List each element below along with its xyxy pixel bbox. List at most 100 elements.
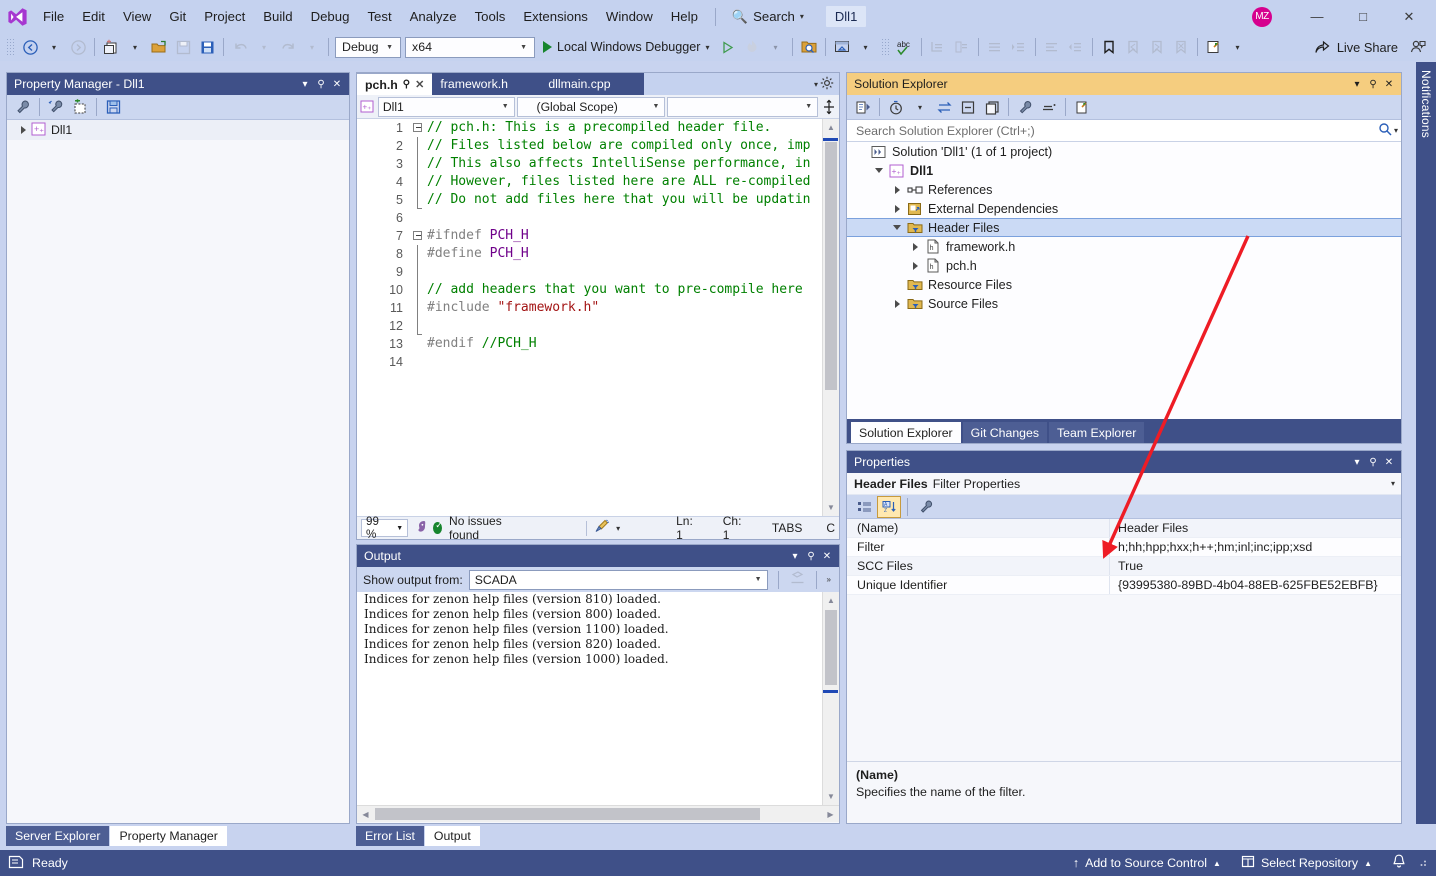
search-options-chevron-icon[interactable]: ▾	[1394, 126, 1398, 135]
chevron-right-icon[interactable]	[889, 299, 905, 308]
collapse-region-icon[interactable]	[413, 231, 422, 240]
toolbar-overflow-icon[interactable]: ▾	[1226, 35, 1250, 59]
search-icon[interactable]	[1376, 122, 1394, 139]
window-menu-icon[interactable]: ▾	[1349, 75, 1365, 93]
property-row[interactable]: Filter h;hh;hpp;hxx;h++;hm;inl;inc;ipp;xs…	[847, 538, 1401, 557]
scrollbar-thumb[interactable]	[375, 808, 760, 820]
fold-column[interactable]	[411, 353, 427, 371]
editor-vertical-scrollbar[interactable]: ▲ ▼	[822, 119, 839, 516]
editor-zoom-combo[interactable]: 99 % ▼	[361, 515, 409, 541]
close-icon[interactable]: ✕	[415, 78, 424, 91]
code-text-area[interactable]: 1 // pch.h: This is a precompiled header …	[357, 119, 839, 516]
menu-item-file[interactable]: File	[34, 5, 73, 28]
sync-with-active-document-icon[interactable]	[932, 95, 956, 119]
close-icon[interactable]: ✕	[1381, 75, 1397, 93]
find-in-files-icon[interactable]	[797, 35, 821, 59]
property-value[interactable]: True	[1110, 557, 1401, 575]
chevron-right-icon[interactable]	[907, 242, 923, 251]
notifications-dock-strip[interactable]: Notifications	[1416, 62, 1436, 824]
active-files-dropdown-icon[interactable]: ▾	[814, 80, 818, 89]
tree-item-resource-files[interactable]: Resource Files	[847, 275, 1401, 294]
property-manager-root-item[interactable]: +₊ Dll1	[7, 120, 349, 140]
avatar[interactable]: MZ	[1252, 6, 1272, 27]
properties-subject-row[interactable]: Header Files Filter Properties ▾	[847, 473, 1401, 495]
editor-settings-gear-icon[interactable]	[820, 76, 834, 93]
maximize-button[interactable]: □	[1340, 0, 1386, 33]
tree-item-source-files[interactable]: Source Files	[847, 294, 1401, 313]
output-source-combo[interactable]: SCADA ▼	[468, 569, 768, 590]
open-file-icon[interactable]	[147, 35, 171, 59]
chevron-down-icon[interactable]: ▾	[908, 95, 932, 119]
output-overflow-icon[interactable]: »	[827, 575, 835, 584]
scroll-up-icon[interactable]: ▲	[823, 592, 839, 609]
new-view-icon[interactable]	[1070, 95, 1094, 119]
tree-item-pch-h[interactable]: h pch.h	[847, 256, 1401, 275]
output-horizontal-scrollbar[interactable]: ◀ ▶	[357, 805, 839, 822]
tab-output[interactable]: Output	[424, 826, 480, 846]
tree-item-dll1[interactable]: +₊ Dll1	[847, 161, 1401, 180]
fold-column[interactable]	[411, 227, 427, 245]
property-pages-icon[interactable]	[915, 497, 937, 517]
fold-column[interactable]	[411, 263, 427, 281]
fold-column[interactable]	[411, 191, 427, 209]
property-value[interactable]: h;hh;hpp;hxx;h++;hm;inl;inc;ipp;xsd	[1110, 538, 1401, 556]
chevron-right-icon[interactable]	[21, 126, 26, 134]
add-to-source-control-button[interactable]: ↑ Add to Source Control ▲	[1063, 850, 1231, 876]
split-view-icon[interactable]	[820, 99, 837, 114]
spell-check-icon[interactable]: abc	[893, 35, 917, 59]
scroll-right-icon[interactable]: ▶	[822, 806, 839, 822]
close-icon[interactable]: ✕	[819, 547, 835, 565]
start-debugging-button[interactable]: Local Windows Debugger ▾	[537, 35, 716, 59]
menu-item-test[interactable]: Test	[358, 5, 400, 28]
select-repository-button[interactable]: Select Repository ▲	[1231, 850, 1382, 876]
tab-solution-explorer[interactable]: Solution Explorer	[851, 422, 961, 443]
window-menu-icon[interactable]: ▾	[787, 547, 803, 565]
scroll-down-icon[interactable]: ▼	[823, 788, 839, 805]
close-button[interactable]: ✕	[1386, 0, 1432, 33]
tab-error-list[interactable]: Error List	[356, 826, 424, 846]
live-share-button[interactable]: Live Share	[1306, 40, 1406, 55]
output-text-area[interactable]: Indices for zenon help files (version 81…	[357, 592, 839, 805]
member-scope-combo[interactable]: ▼	[667, 96, 819, 117]
toolbar-grip-2[interactable]	[880, 38, 890, 56]
preview-selected-items-icon[interactable]	[1037, 95, 1061, 119]
chevron-down-icon[interactable]: ▾	[616, 524, 620, 533]
scroll-left-icon[interactable]: ◀	[357, 806, 374, 822]
navigate-back-icon[interactable]	[18, 35, 42, 59]
tree-item-external-dependencies[interactable]: External Dependencies	[847, 199, 1401, 218]
fold-column[interactable]	[411, 137, 427, 155]
fold-column[interactable]	[411, 173, 427, 191]
new-window-icon[interactable]	[1202, 35, 1226, 59]
categorized-icon[interactable]	[853, 497, 875, 517]
property-value[interactable]: {93995380-89BD-4b04-88EB-625FBE52EBFB}	[1110, 576, 1401, 594]
pin-icon[interactable]: ⚲	[313, 75, 329, 93]
tree-item-header-files[interactable]: Header Files	[847, 218, 1401, 237]
pin-icon[interactable]: ⚲	[1365, 453, 1381, 471]
close-icon[interactable]: ✕	[329, 75, 345, 93]
pin-icon[interactable]: ⚲	[803, 547, 819, 565]
toggle-bookmark-icon[interactable]	[1097, 35, 1121, 59]
type-scope-combo[interactable]: (Global Scope) ▼	[516, 96, 666, 117]
alphabetical-icon[interactable]: AZ	[877, 495, 901, 518]
toolbox-icon[interactable]	[830, 35, 854, 59]
editor-tab-dllmain-cpp[interactable]: dllmain.cpp	[540, 73, 645, 95]
chevron-right-icon[interactable]	[889, 204, 905, 213]
property-row[interactable]: (Name) Header Files	[847, 519, 1401, 538]
menu-item-git[interactable]: Git	[160, 5, 195, 28]
pin-icon[interactable]: ⚲	[1365, 75, 1381, 93]
tab-property-manager[interactable]: Property Manager	[110, 826, 227, 846]
save-all-icon[interactable]	[195, 35, 219, 59]
scroll-up-icon[interactable]: ▲	[823, 119, 839, 136]
collapse-region-icon[interactable]	[413, 123, 422, 132]
scroll-down-icon[interactable]: ▼	[823, 499, 839, 516]
editor-tab-pch-h[interactable]: pch.h ⚲ ✕	[357, 73, 433, 95]
menu-item-debug[interactable]: Debug	[302, 5, 359, 28]
collapse-all-icon[interactable]	[956, 95, 980, 119]
add-existing-property-sheet-icon[interactable]	[44, 95, 68, 119]
menu-item-help[interactable]: Help	[662, 5, 707, 28]
add-new-property-sheet-icon[interactable]	[68, 95, 92, 119]
new-project-dropdown-icon[interactable]: ▾	[123, 35, 147, 59]
toolbar-grip[interactable]	[6, 38, 15, 56]
pin-icon[interactable]: ⚲	[403, 79, 410, 90]
tab-team-explorer[interactable]: Team Explorer	[1049, 422, 1145, 443]
